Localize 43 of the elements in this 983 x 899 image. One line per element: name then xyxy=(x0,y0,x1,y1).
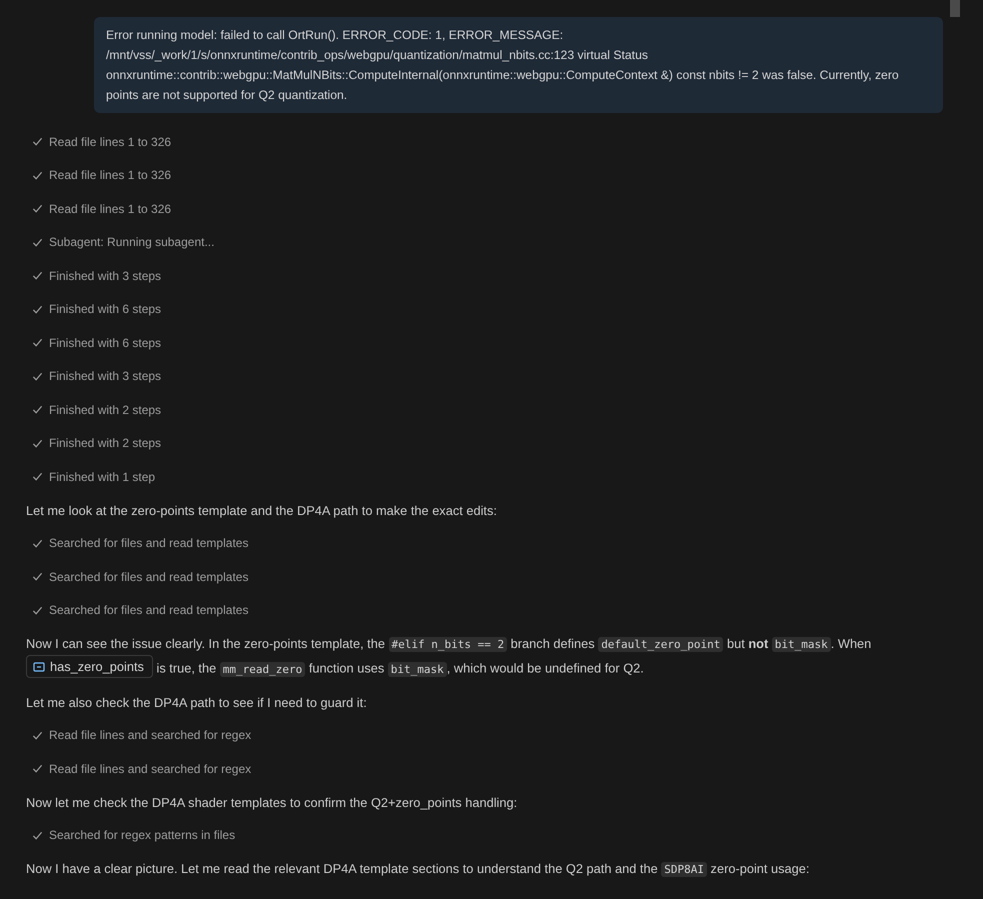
check-icon xyxy=(32,170,43,181)
check-icon xyxy=(32,304,43,315)
paragraph: Let me also check the DP4A path to see if I need to guard it: xyxy=(26,694,368,712)
step-label[interactable]: Finished with 6 steps xyxy=(49,300,162,318)
step-label[interactable]: Finished with 2 steps xyxy=(49,434,162,452)
step-label[interactable]: Searched for regex patterns in files xyxy=(49,826,236,844)
check-icon xyxy=(32,604,43,616)
check-icon xyxy=(32,471,43,482)
step-label[interactable]: Read file lines 1 to 326 xyxy=(49,200,172,218)
check-icon xyxy=(32,438,43,449)
check-icon xyxy=(32,538,43,549)
check-icon xyxy=(32,763,43,774)
check-icon xyxy=(32,370,43,382)
step-label[interactable]: Finished with 2 steps xyxy=(49,400,162,419)
step-label[interactable]: Searched for files and read templates xyxy=(49,568,248,586)
step-label[interactable]: Read file lines and searched for regex xyxy=(49,760,252,778)
check-icon xyxy=(32,236,43,248)
step-label[interactable]: Subagent: Running subagent... xyxy=(49,233,214,252)
check-icon xyxy=(32,730,43,741)
check-icon xyxy=(32,404,43,416)
step-label[interactable]: Finished with 3 steps xyxy=(49,367,162,386)
user-message-bubble: Error running model: failed to call OrtRun(). ERROR_CODE: 1, ERROR_MESSAGE: /mnt/vss/_work/1/s/onnxruntime/contrib_ops/webgpu/quantization/matmul_nbits.cc:123 virtual Status onnxruntime::contrib::webgpu::MatMulNBits::ComputeInternal(onnxruntime::webgpu::ComputeContext &) const nbits != 2 was false. Currently, zero points are not supported for Q2 quantization. xyxy=(94,17,943,113)
check-icon xyxy=(32,337,43,348)
step-label[interactable]: Searched for files and read templates xyxy=(49,534,248,552)
check-icon xyxy=(32,203,43,214)
paragraph: Now I have a clear picture. Let me read the relevant DP4A template sections to understand the Q2 path and the SDP8AI zero-point usage: xyxy=(26,860,810,879)
check-icon xyxy=(32,270,43,282)
paragraph: Now I can see the issue clearly. In the zero-points template, the #elif n_bits == 2 branch defines default_zero_point but not bit_mask . When has_zero_points is true, the mm_read_zero function uses bit_mask , which would be undefined for Q2. xyxy=(26,627,957,686)
step-label[interactable]: Read file lines and searched for regex xyxy=(49,726,252,744)
check-icon xyxy=(32,571,43,582)
step-label[interactable]: Finished with 1 step xyxy=(49,468,156,486)
paragraph: Let me look at the zero-points template and the DP4A path to make the exact edits: xyxy=(26,502,498,520)
symbol-link[interactable]: has_zero_points xyxy=(26,655,153,678)
check-icon xyxy=(32,830,43,841)
step-label[interactable]: Read file lines 1 to 326 xyxy=(49,166,172,184)
scrollbar-thumb[interactable] xyxy=(950,0,960,17)
step-label[interactable]: Finished with 6 steps xyxy=(49,334,162,352)
paragraph: Now let me check the DP4A shader templates to confirm the Q2+zero_points handling: xyxy=(26,794,518,812)
step-label[interactable]: Searched for files and read templates xyxy=(49,601,248,620)
check-icon xyxy=(32,136,43,148)
variable-icon xyxy=(33,660,45,672)
step-label[interactable]: Read file lines 1 to 326 xyxy=(49,132,172,151)
step-label[interactable]: Finished with 3 steps xyxy=(49,266,162,285)
